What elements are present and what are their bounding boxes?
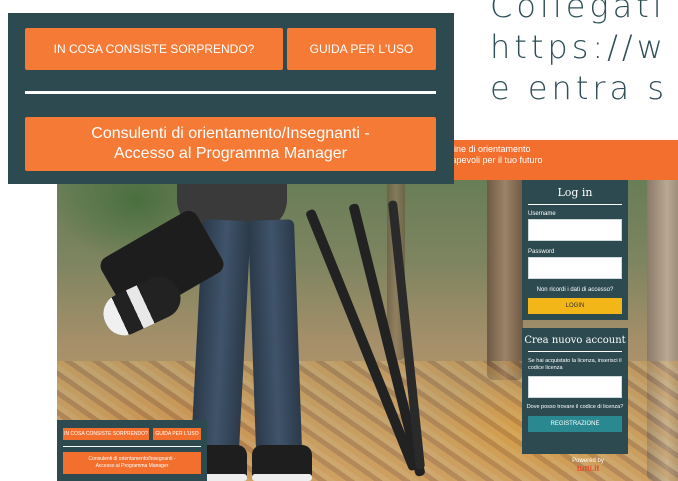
- login-title: Log in: [557, 186, 593, 199]
- license-code-help-link[interactable]: Dove posso trovare il codice di licenza?: [522, 404, 628, 411]
- site-tagline-1: online di orientamento: [442, 144, 531, 154]
- login-button[interactable]: LOGIN: [528, 298, 622, 314]
- instruction-line-1: Collegati: [490, 0, 666, 25]
- license-info: Se hai acquistato la licenza, inserisci …: [528, 358, 622, 371]
- site-tagline-2: nsapevoli per il tuo futuro: [442, 155, 543, 165]
- mini-manager-line-1: Consulenti di orientamento/Insegnanti -: [88, 456, 176, 462]
- mini-manager-access-button[interactable]: Consulenti di orientamento/Insegnanti - …: [63, 452, 201, 474]
- divider: [63, 446, 201, 447]
- register-button[interactable]: REGISTRAZIONE: [528, 416, 622, 432]
- instruction-line-3: e entra s: [490, 69, 668, 107]
- signup-panel: Crea nuovo account Se hai acquistato la …: [522, 328, 628, 454]
- login-panel: Log in Username Password Non ricordi i d…: [522, 180, 628, 320]
- manager-button-line-2: Accesso al Programma Manager: [114, 145, 347, 162]
- powered-by-logo[interactable]: tutti.it: [558, 465, 618, 473]
- powered-by: Powered by tutti.it: [558, 458, 618, 473]
- divider: [528, 204, 622, 205]
- right-shoe: [252, 445, 312, 481]
- mini-about-button[interactable]: IN COSA CONSISTE SORPRENDO?: [63, 428, 149, 440]
- manager-button-line-1: Consulenti di orientamento/Insegnanti -: [91, 125, 370, 142]
- instruction-line-2: https://w: [490, 28, 667, 66]
- mini-guide-button[interactable]: GUIDA PER L'USO: [153, 428, 201, 440]
- username-field[interactable]: [528, 219, 622, 241]
- instruction-text: Collegati https://w e entra s: [490, 0, 678, 130]
- about-sorprendo-button[interactable]: IN COSA CONSISTE SORPRENDO?: [25, 28, 283, 70]
- site-header: online di orientamento nsapevoli per il …: [428, 140, 678, 180]
- nav-panel: IN COSA CONSISTE SORPRENDO? GUIDA PER L'…: [8, 13, 454, 184]
- right-leg: [248, 219, 302, 451]
- divider: [25, 91, 436, 94]
- manager-access-button[interactable]: Consulenti di orientamento/Insegnanti - …: [25, 117, 436, 171]
- password-field[interactable]: [528, 257, 622, 279]
- mini-manager-line-2: Accesso al Programma Manager: [95, 463, 169, 469]
- mini-nav-panel: IN COSA CONSISTE SORPRENDO? GUIDA PER L'…: [57, 420, 207, 481]
- password-label: Password: [528, 249, 555, 255]
- username-label: Username: [528, 211, 556, 217]
- license-code-field[interactable]: [528, 376, 622, 398]
- signup-title: Crea nuovo account: [524, 335, 626, 346]
- divider: [528, 351, 622, 352]
- forgot-credentials-link[interactable]: Non ricordi i dati di accesso?: [522, 287, 628, 293]
- user-guide-button[interactable]: GUIDA PER L'USO: [287, 28, 436, 70]
